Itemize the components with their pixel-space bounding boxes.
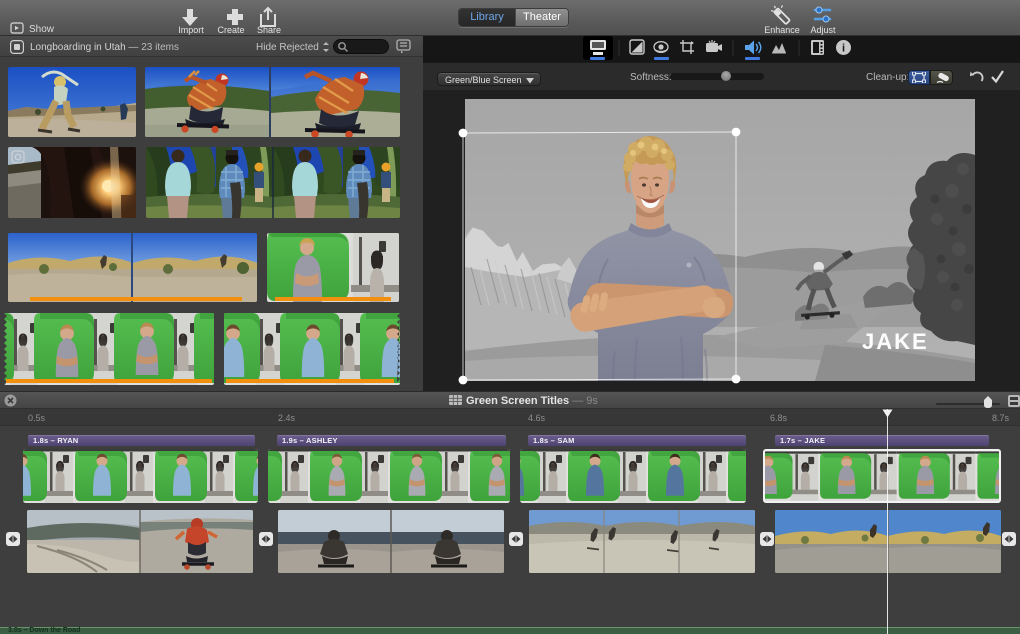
svg-text:i: i (842, 43, 845, 55)
svg-text:Show: Show (29, 24, 55, 34)
